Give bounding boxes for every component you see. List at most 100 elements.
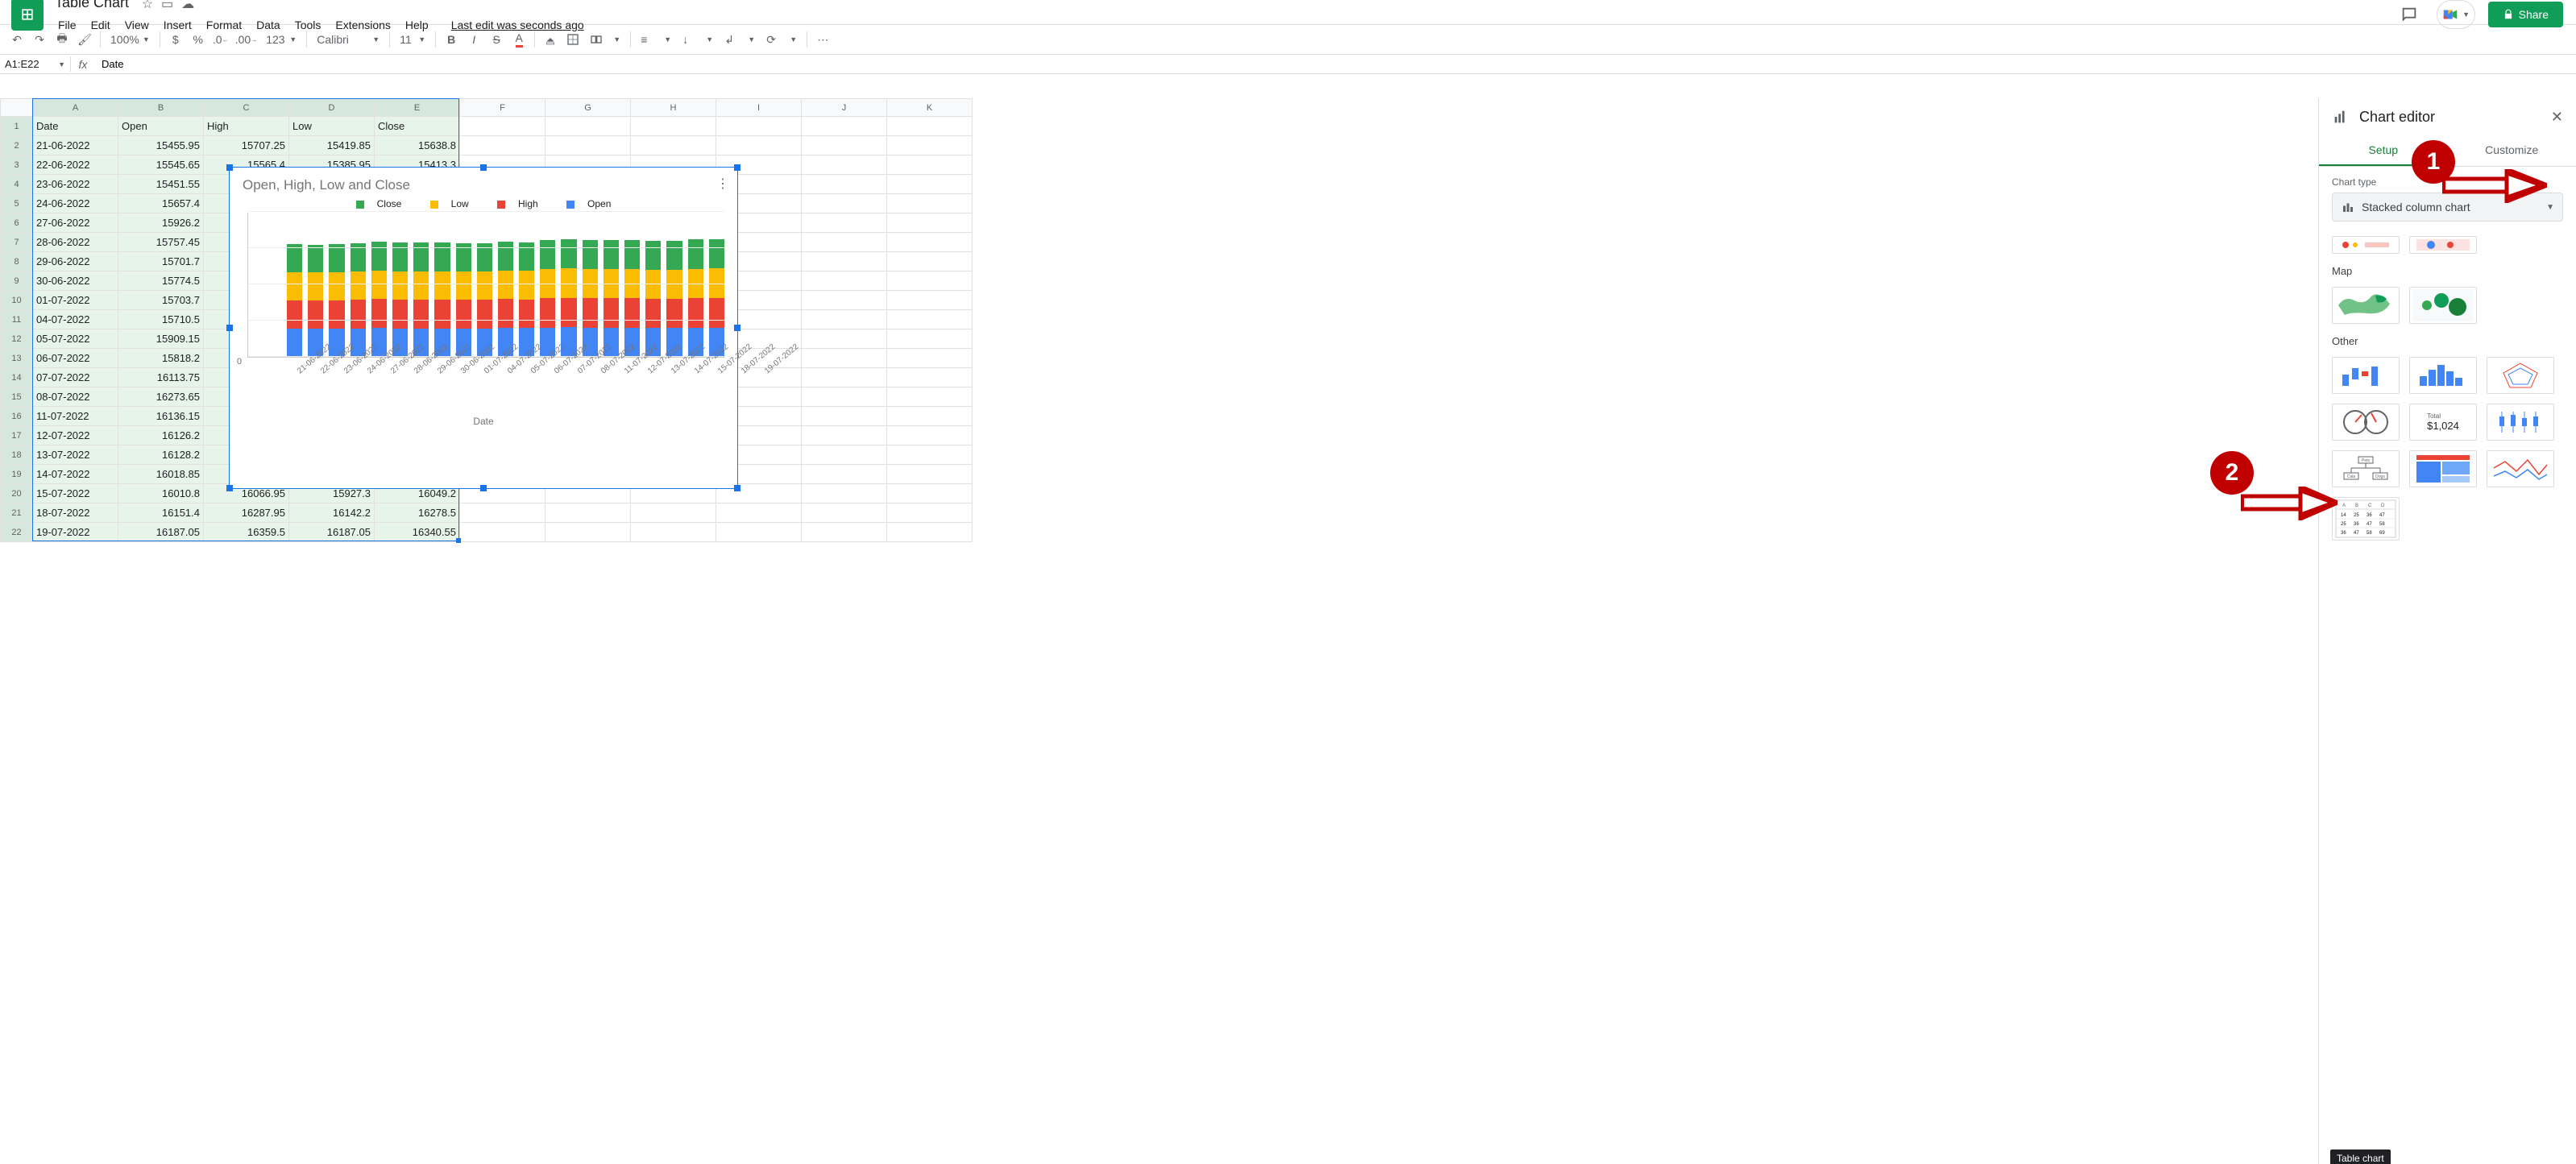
column-header[interactable]: J <box>802 99 887 117</box>
cell[interactable]: 15707.25 <box>204 136 289 155</box>
cell[interactable] <box>802 291 887 310</box>
move-folder-icon[interactable]: ▭ <box>161 0 173 12</box>
cell[interactable] <box>887 329 973 349</box>
cell[interactable]: 15774.5 <box>118 271 204 291</box>
cell[interactable] <box>887 271 973 291</box>
row-header[interactable]: 16 <box>1 407 33 426</box>
cell[interactable] <box>887 252 973 271</box>
cell[interactable] <box>887 484 973 503</box>
cell[interactable] <box>802 155 887 175</box>
print-button[interactable]: 🖶 <box>52 29 73 50</box>
chart-resize-handle[interactable] <box>734 485 740 491</box>
cell[interactable]: 16273.65 <box>118 387 204 407</box>
chart-thumb-partial-1[interactable] <box>2332 236 2400 254</box>
cell[interactable] <box>631 117 716 136</box>
cell[interactable] <box>802 465 887 484</box>
cell[interactable]: 28-06-2022 <box>33 233 118 252</box>
cell[interactable]: 15757.45 <box>118 233 204 252</box>
cell[interactable] <box>802 329 887 349</box>
paint-format-button[interactable]: 🖌 <box>74 29 95 50</box>
cell[interactable]: 01-07-2022 <box>33 291 118 310</box>
cell[interactable]: Open <box>118 117 204 136</box>
cell[interactable]: 15451.55 <box>118 175 204 194</box>
cell[interactable] <box>631 503 716 523</box>
cell[interactable] <box>887 136 973 155</box>
cell[interactable]: 16018.85 <box>118 465 204 484</box>
share-button[interactable]: Share <box>2488 2 2563 27</box>
cell[interactable] <box>887 426 973 445</box>
row-header[interactable]: 11 <box>1 310 33 329</box>
chart-bar[interactable] <box>413 242 429 357</box>
cell[interactable] <box>887 175 973 194</box>
cell[interactable] <box>887 445 973 465</box>
cell[interactable]: 23-06-2022 <box>33 175 118 194</box>
chart-bar[interactable] <box>371 242 387 357</box>
cell[interactable] <box>887 310 973 329</box>
cell[interactable] <box>802 310 887 329</box>
chart-resize-handle[interactable] <box>480 164 487 171</box>
cell[interactable]: Low <box>289 117 375 136</box>
cell[interactable] <box>460 117 545 136</box>
text-wrap-button[interactable]: ↲▼ <box>720 29 760 50</box>
cell[interactable] <box>887 465 973 484</box>
row-header[interactable]: 6 <box>1 213 33 233</box>
cell[interactable]: 06-07-2022 <box>33 349 118 368</box>
cell[interactable] <box>802 233 887 252</box>
cell[interactable] <box>887 213 973 233</box>
row-header[interactable]: 15 <box>1 387 33 407</box>
chart-thumb-table[interactable]: ABCD 14253647 25364758 36475869 <box>2332 497 2400 541</box>
cell[interactable] <box>802 117 887 136</box>
undo-button[interactable]: ↶ <box>6 29 27 50</box>
more-formats-select[interactable]: 123▼ <box>261 29 301 50</box>
chart-thumb-scorecard[interactable]: Total$1,024 <box>2409 404 2477 441</box>
fill-color-button[interactable] <box>540 29 561 50</box>
chart-resize-handle[interactable] <box>226 164 233 171</box>
cell[interactable] <box>802 271 887 291</box>
chart-title[interactable]: Open, High, Low and Close <box>243 177 724 193</box>
row-header[interactable]: 3 <box>1 155 33 175</box>
chart-thumb-candlestick[interactable] <box>2487 404 2554 441</box>
chart-thumb-geo-markers[interactable] <box>2409 287 2477 324</box>
cell[interactable] <box>802 523 887 542</box>
cell[interactable]: 16136.15 <box>118 407 204 426</box>
cloud-status-icon[interactable]: ☁ <box>181 0 194 12</box>
cell[interactable]: 27-06-2022 <box>33 213 118 233</box>
increase-decimal-button[interactable]: .00→ <box>233 29 259 50</box>
cell[interactable]: 13-07-2022 <box>33 445 118 465</box>
chart-bar[interactable] <box>392 242 408 357</box>
cell[interactable] <box>802 175 887 194</box>
cell[interactable] <box>887 291 973 310</box>
row-header[interactable]: 12 <box>1 329 33 349</box>
meet-button[interactable]: ▼ <box>2437 0 2475 29</box>
cell[interactable]: 16187.05 <box>289 523 375 542</box>
cell[interactable] <box>887 233 973 252</box>
cell[interactable] <box>802 213 887 233</box>
cell[interactable]: 15545.65 <box>118 155 204 175</box>
cell[interactable] <box>887 368 973 387</box>
cell[interactable] <box>545 136 631 155</box>
chart-thumb-geo[interactable] <box>2332 287 2400 324</box>
cell[interactable]: 16287.95 <box>204 503 289 523</box>
row-header[interactable]: 22 <box>1 523 33 542</box>
merge-cells-button[interactable]: ▼ <box>585 29 625 50</box>
cell[interactable]: 24-06-2022 <box>33 194 118 213</box>
chart-thumb-radar[interactable] <box>2487 357 2554 394</box>
chart-bar[interactable] <box>308 245 323 357</box>
cell[interactable]: 16142.2 <box>289 503 375 523</box>
cell[interactable]: 14-07-2022 <box>33 465 118 484</box>
cell[interactable]: 15926.2 <box>118 213 204 233</box>
cell[interactable] <box>802 445 887 465</box>
borders-button[interactable] <box>562 29 583 50</box>
cell[interactable] <box>887 155 973 175</box>
column-header[interactable]: F <box>460 99 545 117</box>
zoom-select[interactable]: 100%▼ <box>106 29 155 50</box>
chart-bar[interactable] <box>624 240 640 357</box>
cell[interactable]: High <box>204 117 289 136</box>
cell[interactable] <box>887 387 973 407</box>
column-header[interactable]: K <box>887 99 973 117</box>
row-header[interactable]: 7 <box>1 233 33 252</box>
more-tools-button[interactable]: ⋯ <box>812 29 833 50</box>
column-header[interactable]: A <box>33 99 118 117</box>
cell[interactable] <box>802 349 887 368</box>
cell[interactable] <box>460 136 545 155</box>
